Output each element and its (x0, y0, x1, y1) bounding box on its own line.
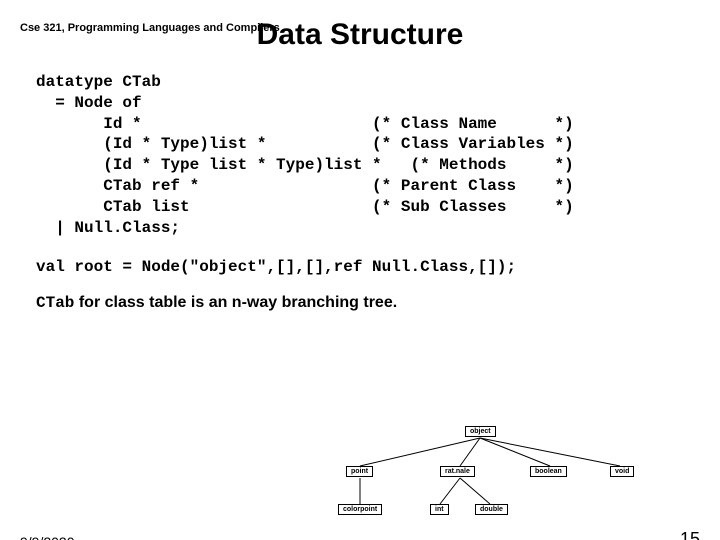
val-root-line: val root = Node("object",[],[],ref Null.… (36, 258, 720, 276)
tree-node-int: int (430, 504, 449, 515)
caption: CTab for class table is an n-way branchi… (36, 294, 720, 312)
tree-node-point: point (346, 466, 373, 477)
caption-text: for class table is an n-way branching tr… (74, 294, 397, 311)
course-header: Cse 321, Programming Languages and Compi… (20, 22, 280, 34)
tree-node-void: void (610, 466, 634, 477)
caption-mono: CTab (36, 294, 74, 312)
footer-page: 15 (680, 529, 700, 540)
tree-node-root: object (465, 426, 496, 437)
tree-node-double: double (475, 504, 508, 515)
tree-node-boolean: boolean (530, 466, 567, 477)
tree-node-colorpoint: colorpoint (338, 504, 382, 515)
tree-diagram: object point rat.nale boolean void color… (300, 426, 660, 526)
tree-node-ratnale: rat.nale (440, 466, 475, 477)
footer-date: 9/9/2020 (20, 534, 75, 540)
datatype-code: datatype CTab = Node of Id * (* Class Na… (36, 72, 720, 238)
